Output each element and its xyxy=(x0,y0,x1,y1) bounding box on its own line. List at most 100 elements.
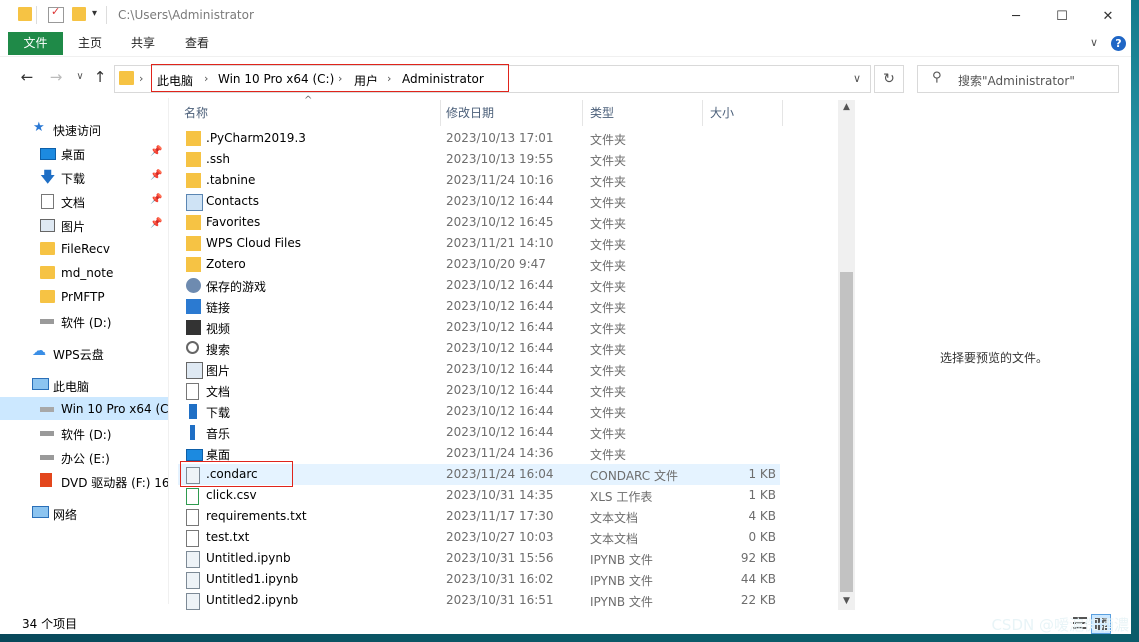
address-bar[interactable]: › 此电脑 › Win 10 Pro x64 (C:) › 用户 › Admin… xyxy=(114,64,871,93)
pin-icon: 📌 xyxy=(150,146,163,157)
sidebar-item-filerecv[interactable]: FileRecv xyxy=(0,238,168,260)
sidebar-item-md-note[interactable]: md_note xyxy=(0,262,168,284)
ribbon-expand-icon[interactable]: ∨ xyxy=(1090,36,1098,49)
status-bar: 34 个项目 xyxy=(0,612,1131,634)
column-header-type[interactable]: 类型 xyxy=(590,98,702,128)
file-date: 2023/10/20 9:47 xyxy=(446,257,546,271)
sidebar-item-this-pc[interactable]: 此电脑 xyxy=(0,374,168,396)
customize-toolbar-icon[interactable]: ▾ xyxy=(92,8,97,19)
folder-icon xyxy=(40,290,55,303)
file-row[interactable]: 保存的游戏 2023/10/12 16:44 文件夹 xyxy=(178,275,780,296)
file-row[interactable]: 视频 2023/10/12 16:44 文件夹 xyxy=(178,317,780,338)
help-icon[interactable]: ? xyxy=(1111,36,1126,51)
column-type-label: 类型 xyxy=(590,106,615,120)
tab-home[interactable]: 主页 xyxy=(70,32,110,55)
navigation-bar: ← → ∨ ↑ › 此电脑 › Win 10 Pro x64 (C:) › 用户… xyxy=(0,56,1131,99)
file-row[interactable]: click.csv 2023/10/31 14:35 XLS 工作表 1 KB xyxy=(178,485,780,506)
minimize-icon: ─ xyxy=(1012,8,1020,24)
scrollbar-thumb[interactable] xyxy=(840,272,853,592)
up-button[interactable]: ↑ xyxy=(90,67,110,87)
sidebar-item-dvd-drive[interactable]: DVD 驱动器 (F:) 16 xyxy=(0,470,168,492)
scroll-up-icon[interactable]: ▲ xyxy=(838,102,855,112)
maximize-button[interactable]: ☐ xyxy=(1039,0,1085,32)
file-date: 2023/10/12 16:44 xyxy=(446,341,554,355)
refresh-button[interactable]: ↻ xyxy=(874,65,904,93)
file-name: .PyCharm2019.3 xyxy=(206,131,306,145)
file-name: 下载 xyxy=(206,406,231,420)
file-date: 2023/10/12 16:44 xyxy=(446,404,554,418)
file-name: 音乐 xyxy=(206,427,231,441)
document-icon xyxy=(41,194,54,209)
file-row[interactable]: Zotero 2023/10/20 9:47 文件夹 xyxy=(178,254,780,275)
file-row[interactable]: 文档 2023/10/12 16:44 文件夹 xyxy=(178,380,780,401)
sidebar-item-quick-access[interactable]: ★ 快速访问 xyxy=(0,118,168,140)
tab-view[interactable]: 查看 xyxy=(176,32,218,55)
breadcrumb-administrator[interactable]: Administrator xyxy=(402,72,484,86)
file-date: 2023/10/12 16:45 xyxy=(446,215,554,229)
file-type: 文件夹 xyxy=(590,133,627,147)
file-row[interactable]: 图片 2023/10/12 16:44 文件夹 xyxy=(178,359,780,380)
file-type: 文件夹 xyxy=(590,238,627,252)
file-row[interactable]: 链接 2023/10/12 16:44 文件夹 xyxy=(178,296,780,317)
scroll-down-icon[interactable]: ▼ xyxy=(838,596,855,606)
sidebar-item-documents[interactable]: 文档 📌 xyxy=(0,190,168,212)
pin-icon: 📌 xyxy=(150,170,163,181)
file-row[interactable]: Contacts 2023/10/12 16:44 文件夹 xyxy=(178,191,780,212)
file-row[interactable]: 下载 2023/10/12 16:44 文件夹 xyxy=(178,401,780,422)
column-header-date[interactable]: 修改日期 xyxy=(446,98,582,128)
sidebar-item-network[interactable]: 网络 xyxy=(0,502,168,524)
file-row[interactable]: requirements.txt 2023/11/17 17:30 文本文档 4 KB xyxy=(178,506,780,527)
recent-locations-button[interactable]: ∨ xyxy=(70,67,90,87)
tab-share[interactable]: 共享 xyxy=(122,32,164,55)
close-button[interactable]: ✕ xyxy=(1085,0,1131,32)
file-row[interactable]: .ssh 2023/10/13 19:55 文件夹 xyxy=(178,149,780,170)
selected-file-highlight-box xyxy=(180,461,293,487)
properties-icon[interactable]: ✓ xyxy=(48,5,64,23)
folder-icon xyxy=(186,173,201,188)
drive-icon xyxy=(40,431,54,436)
sidebar-item-prmftp[interactable]: PrMFTP xyxy=(0,286,168,308)
breadcrumb-c-drive[interactable]: Win 10 Pro x64 (C:) xyxy=(218,72,334,86)
file-row[interactable]: .tabnine 2023/11/24 10:16 文件夹 xyxy=(178,170,780,191)
search-box[interactable]: ⚲ 搜索"Administrator" xyxy=(917,65,1119,93)
file-row[interactable]: Untitled2.ipynb 2023/10/31 16:51 IPYNB 文件 2… xyxy=(178,590,780,611)
column-header-size[interactable]: 大小 xyxy=(710,98,780,128)
file-row[interactable]: Untitled1.ipynb 2023/10/31 16:02 IPYNB 文件 4… xyxy=(178,569,780,590)
file-row[interactable]: 音乐 2023/10/12 16:44 文件夹 xyxy=(178,422,780,443)
sidebar-item-c-drive[interactable]: Win 10 Pro x64 (C xyxy=(0,397,168,420)
back-button[interactable]: ← xyxy=(17,67,37,87)
text-file-icon xyxy=(186,509,199,526)
sidebar-item-desktop[interactable]: 桌面 📌 xyxy=(0,142,168,164)
breadcrumb-this-pc[interactable]: 此电脑 xyxy=(157,72,193,89)
file-type: XLS 工作表 xyxy=(590,490,653,504)
file-date: 2023/10/12 16:44 xyxy=(446,425,554,439)
saved-games-icon xyxy=(186,278,201,293)
sidebar-item-pictures[interactable]: 图片 📌 xyxy=(0,214,168,236)
file-row[interactable]: Untitled.ipynb 2023/10/31 15:56 IPYNB 文件 92… xyxy=(178,548,780,569)
file-name: 视频 xyxy=(206,322,231,336)
file-type: 文件夹 xyxy=(590,322,627,336)
file-name: 链接 xyxy=(206,301,231,315)
sidebar-item-downloads[interactable]: 🡇 下载 📌 xyxy=(0,166,168,188)
file-row[interactable]: Favorites 2023/10/12 16:45 文件夹 xyxy=(178,212,780,233)
vertical-scrollbar[interactable]: ▲ ▼ xyxy=(838,100,855,610)
minimize-button[interactable]: ─ xyxy=(993,0,1039,32)
file-row[interactable]: 搜索 2023/10/12 16:44 文件夹 xyxy=(178,338,780,359)
file-date: 2023/10/12 16:44 xyxy=(446,194,554,208)
breadcrumb-users[interactable]: 用户 xyxy=(354,72,378,89)
new-folder-icon[interactable] xyxy=(72,7,86,21)
address-dropdown-icon[interactable]: ∨ xyxy=(853,72,861,85)
file-row[interactable]: WPS Cloud Files 2023/11/21 14:10 文件夹 xyxy=(178,233,780,254)
sidebar-item-drive-d-quick[interactable]: 软件 (D:) xyxy=(0,310,168,332)
sidebar-item-drive-e[interactable]: 办公 (E:) xyxy=(0,446,168,468)
file-row[interactable]: .PyCharm2019.3 2023/10/13 17:01 文件夹 xyxy=(178,128,780,149)
column-header-name[interactable]: 名称 xyxy=(184,98,438,128)
file-row[interactable]: test.txt 2023/10/27 10:03 文本文档 0 KB xyxy=(178,527,780,548)
tab-file[interactable]: 文件 xyxy=(8,32,63,55)
office-dvd-icon xyxy=(40,473,52,487)
sidebar-item-wps-cloud[interactable]: ☁ WPS云盘 xyxy=(0,342,168,364)
folder-icon xyxy=(186,131,201,146)
forward-button[interactable]: → xyxy=(46,67,66,87)
search-icon: ⚲ xyxy=(932,70,942,85)
sidebar-item-drive-d[interactable]: 软件 (D:) xyxy=(0,422,168,444)
